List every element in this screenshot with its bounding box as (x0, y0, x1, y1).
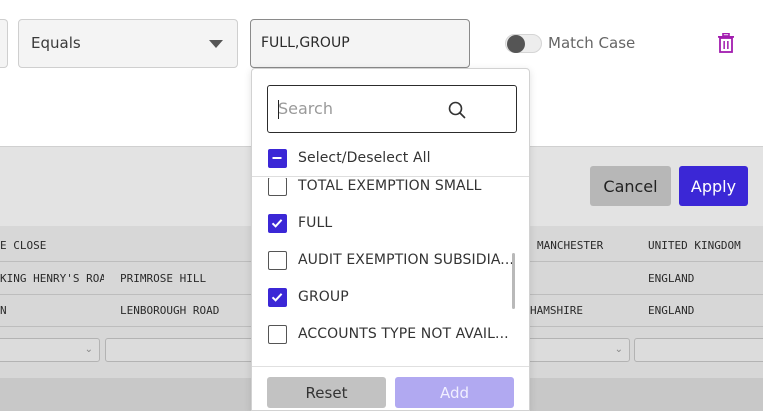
operator-select[interactable]: Equals (18, 19, 238, 68)
option-label: AUDIT EXEMPTION SUBSIDIA... (298, 252, 514, 268)
value-dropdown: Select/Deselect All TOTAL EXEMPTION SMAL… (251, 68, 530, 411)
search-box[interactable] (267, 85, 517, 133)
trash-icon[interactable] (717, 33, 735, 53)
option-checkbox[interactable] (268, 214, 287, 233)
field-select[interactable] (0, 19, 8, 68)
match-case-label: Match Case (548, 34, 636, 52)
apply-button[interactable]: Apply (679, 166, 748, 206)
match-case-toggle[interactable] (505, 34, 542, 53)
select-all-label: Select/Deselect All (298, 150, 431, 166)
dropdown-footer: Reset Add (252, 366, 529, 411)
list-scrollbar[interactable] (512, 253, 515, 309)
table-cell: UNITED KINGDOM (648, 239, 741, 252)
option-label: TOTAL EXEMPTION SMALL (298, 178, 482, 194)
table-cell: PRIMROSE HILL (120, 272, 207, 285)
list-item[interactable]: TOTAL EXEMPTION SMALL (252, 178, 512, 205)
reset-button[interactable]: Reset (267, 377, 386, 408)
table-cell: LENBOROUGH ROAD (120, 304, 220, 317)
option-checkbox[interactable] (268, 251, 287, 270)
table-cell: HAMSHIRE (530, 304, 583, 317)
add-button[interactable]: Add (395, 377, 514, 408)
option-label: GROUP (298, 289, 349, 305)
column-filter-select[interactable]: ⌄ (0, 338, 100, 362)
operator-value: Equals (31, 34, 81, 52)
check-icon (271, 219, 283, 228)
column-filter-select[interactable] (105, 338, 255, 362)
option-checkbox[interactable] (268, 178, 287, 196)
table-cell: ENGLAND (648, 272, 695, 285)
chevron-down-icon: ⌄ (614, 344, 623, 355)
column-filter-select[interactable]: ⌄ (525, 338, 630, 362)
list-item[interactable]: GROUP (252, 279, 512, 316)
option-list: TOTAL EXEMPTION SMALL FULL AUDIT EXEMPTI… (252, 178, 529, 365)
option-label: FULL (298, 215, 333, 231)
caret-down-icon (209, 40, 223, 48)
toggle-knob (507, 35, 525, 53)
table-cell: MANCHESTER (537, 239, 604, 252)
list-item[interactable]: FULL (252, 205, 512, 242)
option-checkbox[interactable] (268, 325, 287, 344)
table-cell: N (0, 304, 7, 317)
select-all-checkbox[interactable] (268, 149, 287, 168)
minus-icon (272, 157, 282, 159)
filter-value-input[interactable]: FULL,GROUP (250, 19, 470, 68)
option-label: ACCOUNTS TYPE NOT AVAIL... (298, 326, 509, 342)
search-icon (448, 101, 466, 119)
chevron-down-icon: ⌄ (84, 344, 93, 355)
column-filter-select[interactable] (634, 338, 763, 362)
list-item[interactable]: AUDIT EXEMPTION SUBSIDIA... (252, 242, 514, 279)
search-input[interactable] (278, 86, 448, 131)
table-cell: E CLOSE (0, 239, 47, 252)
select-all-row[interactable]: Select/Deselect All (252, 149, 529, 177)
check-icon (271, 293, 283, 302)
cancel-button[interactable]: Cancel (590, 166, 671, 206)
table-cell: KING HENRY'S ROA (0, 272, 104, 285)
filter-value-text: FULL,GROUP (261, 35, 350, 51)
option-checkbox[interactable] (268, 288, 287, 307)
list-item[interactable]: ACCOUNTS TYPE NOT AVAIL... (252, 316, 512, 353)
table-cell: ENGLAND (648, 304, 695, 317)
